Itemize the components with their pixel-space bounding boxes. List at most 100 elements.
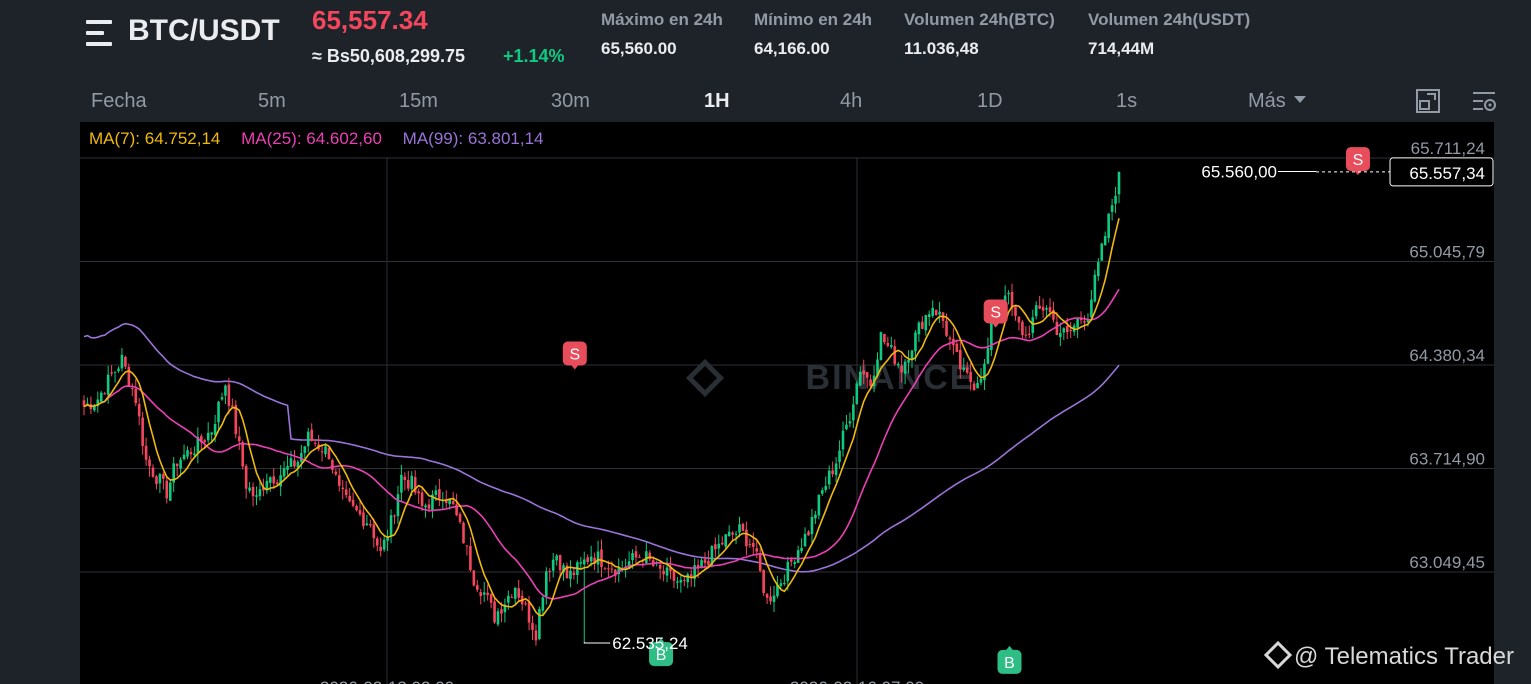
tab-4h[interactable]: 4h (840, 90, 862, 113)
candle-body (379, 546, 382, 551)
candle-body (179, 459, 182, 469)
stat-label: Volumen 24h(BTC) (904, 10, 1055, 29)
candle-body (338, 475, 341, 486)
candle-body (845, 424, 848, 430)
candle-body (362, 512, 365, 526)
candle-body (472, 570, 476, 586)
candle-body (427, 504, 431, 509)
candle-body (99, 392, 103, 402)
menu-icon[interactable] (86, 20, 116, 48)
candle-body (1017, 316, 1021, 323)
fullscreen-icon[interactable] (1415, 88, 1441, 114)
ma25-legend: MA(25): 64.602,60 (241, 129, 382, 148)
candle-body (679, 579, 683, 583)
right-panel-edge (1494, 122, 1531, 684)
candle-body (545, 571, 548, 597)
marker-pointer (1005, 645, 1014, 651)
candle-body (807, 531, 810, 536)
candle-body (534, 630, 538, 641)
candle-body (917, 322, 921, 335)
candle-body (903, 361, 907, 374)
candle-body (241, 442, 244, 467)
candle-body (793, 562, 796, 564)
candle-body (417, 491, 420, 494)
candle-body (596, 551, 600, 565)
tab-1d[interactable]: 1D (977, 90, 1003, 113)
candle-body (869, 379, 872, 386)
candle-body (1034, 305, 1038, 317)
candle-body (282, 468, 286, 477)
candle-body (755, 548, 759, 552)
marker-letter: S (569, 346, 580, 363)
candle-body (393, 515, 396, 517)
candle-body (162, 474, 165, 479)
candle-body (703, 559, 707, 563)
candle-body (389, 515, 393, 537)
candle-body (289, 458, 293, 467)
tab-1h[interactable]: 1H (704, 90, 730, 113)
candle-body (638, 556, 641, 558)
candle-body (496, 611, 500, 625)
candle-body (720, 542, 724, 545)
candle-body (193, 453, 196, 456)
candle-body (814, 514, 817, 519)
candle-body (144, 445, 148, 460)
candle-body (106, 374, 110, 395)
candle-body (231, 405, 234, 407)
tab-15m[interactable]: 15m (399, 90, 438, 113)
price-tick-label: 65.711,24 (1411, 139, 1485, 158)
candle-body (189, 452, 193, 455)
settings-icon[interactable] (1471, 88, 1497, 114)
candle-body (251, 486, 255, 497)
ma7-legend: MA(7): 64.752,14 (89, 129, 221, 148)
candle-body (589, 556, 593, 562)
candle-body (313, 442, 317, 444)
candle-body (517, 588, 520, 598)
marker-pointer (570, 364, 579, 370)
annotations: 65.560,00 65.557,34 62.535,24 (583, 157, 1494, 653)
candle-body (358, 510, 362, 515)
candle-body (1021, 321, 1024, 336)
stat-high-24h: Máximo en 24h 65,560.00 (601, 10, 723, 59)
ma25-name: MA(25) (241, 129, 297, 148)
candle-body (658, 565, 662, 569)
candle-body (838, 450, 841, 463)
candle-body (1038, 305, 1041, 309)
credit-text: @ Telematics Trader (1294, 643, 1514, 670)
candle-body (1007, 292, 1010, 295)
candle-body (858, 371, 862, 386)
candle-body (320, 451, 324, 453)
candle-body (769, 596, 772, 602)
candle-body (1090, 299, 1093, 318)
candle-body (248, 487, 251, 491)
candle-body (558, 554, 562, 571)
tab-fecha[interactable]: Fecha (91, 90, 147, 113)
candle-body (175, 463, 179, 467)
tab-1s[interactable]: 1s (1116, 90, 1137, 113)
candle-body (924, 315, 928, 331)
candle-body (1041, 306, 1045, 311)
candle-body (127, 366, 131, 387)
candle-body (779, 583, 783, 586)
candle-body (758, 553, 762, 571)
candle-body (731, 532, 734, 535)
candle-body (186, 450, 189, 457)
candle-body (1117, 171, 1121, 195)
price-chart[interactable]: BINANCE 65.711,24 65.045,79 64.380,34 63.71… (80, 122, 1494, 684)
candle-body (255, 495, 258, 497)
candlestick-chart-svg[interactable]: BINANCE 65.711,24 65.045,79 64.380,34 63.71… (80, 122, 1494, 684)
candle-body (834, 463, 838, 476)
candle-body (341, 487, 345, 490)
candle-body (1059, 333, 1062, 337)
time-tick-label: 2026-02-16 07:00 (790, 678, 924, 684)
min-price-leader (583, 641, 611, 644)
candle-body (310, 429, 313, 441)
candle-body (979, 378, 983, 383)
tab-more[interactable]: Más (1248, 90, 1306, 113)
tab-30m[interactable]: 30m (551, 90, 590, 113)
tab-5m[interactable]: 5m (258, 90, 286, 113)
candle-body (610, 568, 614, 570)
candle-body (931, 307, 934, 316)
pair-title[interactable]: BTC/USDT (128, 14, 280, 48)
stat-volume-btc: Volumen 24h(BTC) 11.036,48 (904, 10, 1055, 59)
